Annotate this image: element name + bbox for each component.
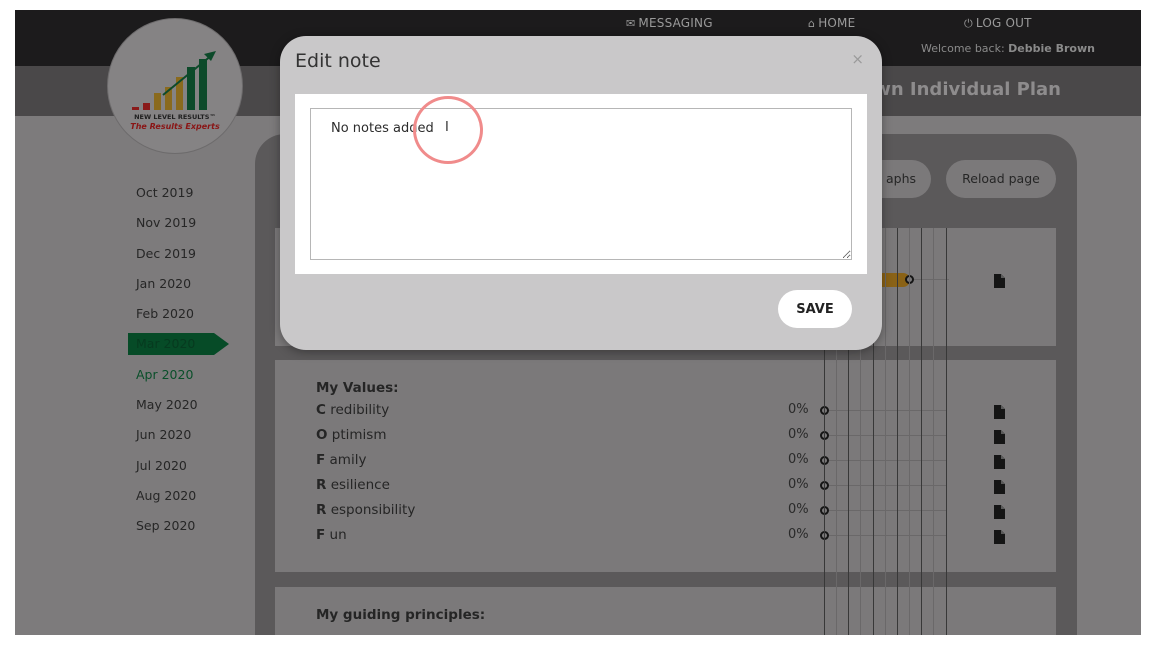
grid-line: [885, 228, 886, 635]
logo-bar: [154, 93, 161, 110]
welcome-message: Welcome back: Debbie Brown: [921, 42, 1095, 55]
logo[interactable]: NEW LEVEL RESULTS™ The Results Experts: [107, 18, 243, 154]
logo-bar: [199, 59, 207, 110]
page-title: own Individual Plan: [861, 79, 1061, 100]
document-icon[interactable]: [994, 430, 1005, 444]
modal-title: Edit note: [295, 50, 381, 72]
logo-brand-text: NEW LEVEL RESULTS™: [134, 113, 216, 121]
value-percent: 0%: [788, 452, 809, 467]
month-item[interactable]: Jul 2020: [128, 455, 214, 485]
section-title: My Values:: [316, 380, 399, 396]
grid-line: [829, 435, 947, 436]
nav-messaging[interactable]: ✉ MESSAGING: [626, 16, 713, 30]
grid-line: [829, 510, 947, 511]
close-icon[interactable]: ×: [851, 50, 864, 68]
document-icon[interactable]: [994, 505, 1005, 519]
user-name: Debbie Brown: [1008, 42, 1095, 55]
grid-line: [829, 535, 947, 536]
value-percent: 0%: [788, 402, 809, 417]
home-icon: ⌂: [808, 17, 816, 30]
note-textarea[interactable]: [310, 108, 852, 260]
document-icon[interactable]: [994, 405, 1005, 419]
grid-line: [914, 279, 949, 280]
month-item[interactable]: Aug 2020: [128, 485, 214, 515]
save-button[interactable]: SAVE: [778, 290, 852, 328]
nav-logout[interactable]: ⏻ LOG OUT: [964, 16, 1032, 31]
month-item[interactable]: Nov 2019: [128, 212, 214, 242]
envelope-icon: ✉: [626, 17, 636, 30]
month-item[interactable]: Sep 2020: [128, 515, 214, 545]
document-icon[interactable]: [994, 530, 1005, 544]
value-percent: 0%: [788, 427, 809, 442]
logo-bar: [143, 103, 150, 110]
logo-tagline: The Results Experts: [130, 122, 220, 131]
value-row-label: F amily: [316, 452, 367, 468]
logo-chart-icon: [132, 51, 216, 110]
month-item[interactable]: Jan 2020: [128, 273, 214, 303]
section-title: My guiding principles:: [316, 607, 486, 623]
value-row-label: R esponsibility: [316, 502, 416, 518]
value-percent: 0%: [788, 527, 809, 542]
grid-line: [933, 228, 934, 635]
modal-body: [295, 94, 867, 274]
reload-page-button[interactable]: Reload page: [946, 160, 1056, 198]
month-item-active[interactable]: Mar 2020: [128, 333, 229, 356]
month-item[interactable]: May 2020: [128, 394, 214, 424]
month-item[interactable]: Apr 2020: [128, 364, 214, 394]
document-icon[interactable]: [994, 274, 1005, 288]
grid-line: [909, 228, 910, 635]
grid-line: [897, 228, 898, 635]
value-row-label: F un: [316, 527, 347, 543]
month-item[interactable]: Oct 2019: [128, 182, 214, 212]
month-item[interactable]: Dec 2019: [128, 243, 214, 273]
month-list: Oct 2019 Nov 2019 Dec 2019 Jan 2020 Feb …: [128, 182, 229, 546]
nav-home[interactable]: ⌂ HOME: [808, 16, 855, 30]
value-row-label: R esilience: [316, 477, 390, 493]
grid-line: [946, 228, 947, 635]
value-percent: 0%: [788, 477, 809, 492]
logo-bar: [132, 107, 139, 110]
text-cursor-icon: I: [445, 120, 449, 135]
document-icon[interactable]: [994, 455, 1005, 469]
value-percent: 0%: [788, 502, 809, 517]
grid-line: [921, 228, 922, 635]
value-row-label: C redibility: [316, 402, 390, 418]
grid-line: [829, 410, 947, 411]
edit-note-modal: Edit note × SAVE: [280, 36, 882, 350]
month-item[interactable]: Jun 2020: [128, 424, 214, 454]
document-icon[interactable]: [994, 480, 1005, 494]
month-item[interactable]: Feb 2020: [128, 303, 214, 333]
value-row-label: O ptimism: [316, 427, 387, 443]
values-card: My Values: C redibility 0% O ptimism 0% …: [275, 360, 1056, 572]
principles-card: My guiding principles:: [275, 587, 1056, 635]
grid-line: [829, 485, 947, 486]
grid-line: [829, 460, 947, 461]
power-icon: ⏻: [964, 17, 973, 30]
